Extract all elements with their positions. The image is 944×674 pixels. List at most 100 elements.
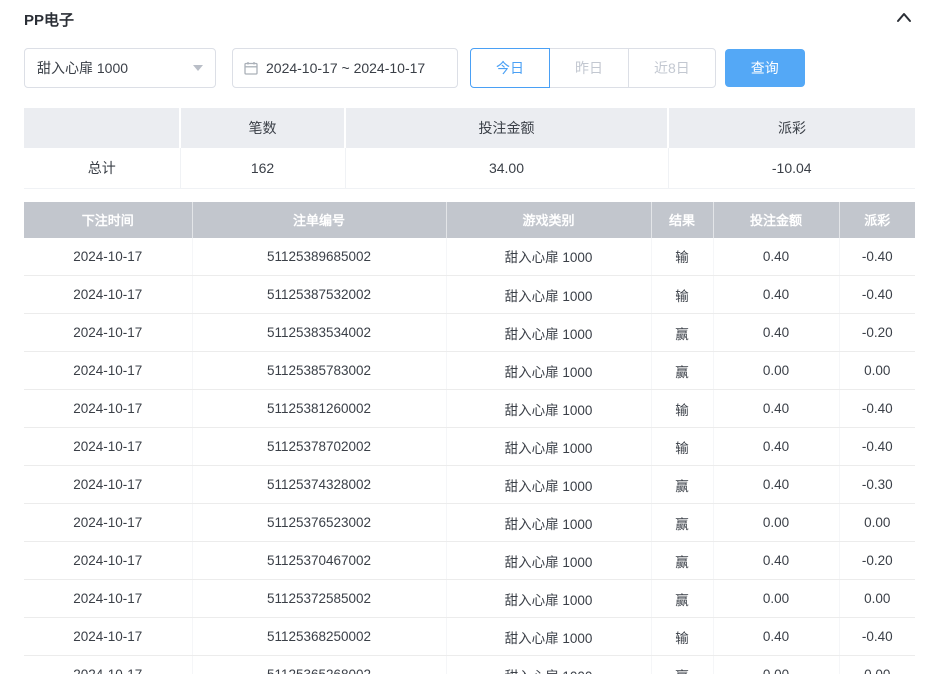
report-panel: PP电子 甜入心扉 1000 2024-10-17 ~ 2024-10-17 (0, 0, 944, 674)
cell-game-category: 甜入心扉 1000 (446, 352, 651, 390)
cell-game-category: 甜入心扉 1000 (446, 314, 651, 352)
filter-bar: 甜入心扉 1000 2024-10-17 ~ 2024-10-17 今日昨日近8… (24, 48, 915, 88)
date-range-value: 2024-10-17 ~ 2024-10-17 (266, 60, 425, 76)
summary-total-row: 总计16234.00-10.04 (24, 148, 915, 188)
bets-header-cell: 下注时间 (24, 202, 192, 238)
game-select-value: 甜入心扉 1000 (37, 58, 128, 78)
panel-header: PP电子 (24, 0, 915, 38)
summary-bet-amount: 34.00 (345, 148, 668, 188)
query-button[interactable]: 查询 (725, 49, 805, 87)
cell-bet-amount: 0.00 (713, 580, 839, 618)
quick-date-button-group: 今日昨日近8日 (470, 48, 716, 88)
collapse-panel-button[interactable] (893, 7, 915, 32)
cell-order-id: 51125385783002 (192, 352, 446, 390)
cell-bet-time: 2024-10-17 (24, 390, 192, 428)
bets-header-cell: 注单编号 (192, 202, 446, 238)
cell-bet-time: 2024-10-17 (24, 466, 192, 504)
cell-bet-time: 2024-10-17 (24, 542, 192, 580)
cell-result: 赢 (651, 542, 713, 580)
cell-order-id: 51125381260002 (192, 390, 446, 428)
cell-result: 赢 (651, 656, 713, 674)
summary-header-cell: 派彩 (668, 108, 915, 148)
summary-table: 笔数投注金额派彩 总计16234.00-10.04 (24, 108, 915, 189)
cell-bet-time: 2024-10-17 (24, 276, 192, 314)
cell-bet-time: 2024-10-17 (24, 428, 192, 466)
cell-payout: -0.40 (839, 428, 915, 466)
cell-game-category: 甜入心扉 1000 (446, 276, 651, 314)
cell-payout: -0.40 (839, 276, 915, 314)
summary-header-cell: 投注金额 (345, 108, 668, 148)
page-title: PP电子 (24, 9, 74, 30)
cell-bet-amount: 0.00 (713, 352, 839, 390)
summary-payout: -10.04 (668, 148, 915, 188)
cell-result: 输 (651, 390, 713, 428)
cell-payout: 0.00 (839, 504, 915, 542)
cell-game-category: 甜入心扉 1000 (446, 504, 651, 542)
cell-game-category: 甜入心扉 1000 (446, 390, 651, 428)
table-row: 2024-10-1751125381260002甜入心扉 1000输0.40-0… (24, 390, 915, 428)
cell-game-category: 甜入心扉 1000 (446, 466, 651, 504)
cell-result: 赢 (651, 352, 713, 390)
table-row: 2024-10-1751125378702002甜入心扉 1000输0.40-0… (24, 428, 915, 466)
cell-order-id: 51125374328002 (192, 466, 446, 504)
cell-payout: -0.20 (839, 314, 915, 352)
cell-order-id: 51125372585002 (192, 580, 446, 618)
chevron-up-icon (895, 9, 913, 30)
table-row: 2024-10-1751125376523002甜入心扉 1000赢0.000.… (24, 504, 915, 542)
cell-bet-amount: 0.40 (713, 276, 839, 314)
cell-game-category: 甜入心扉 1000 (446, 238, 651, 276)
cell-payout: -0.40 (839, 238, 915, 276)
cell-order-id: 51125383534002 (192, 314, 446, 352)
cell-result: 输 (651, 276, 713, 314)
quick-button-last-8-days[interactable]: 近8日 (628, 48, 716, 88)
cell-bet-time: 2024-10-17 (24, 580, 192, 618)
cell-bet-amount: 0.40 (713, 466, 839, 504)
cell-bet-amount: 0.40 (713, 618, 839, 656)
cell-bet-time: 2024-10-17 (24, 238, 192, 276)
table-row: 2024-10-1751125370467002甜入心扉 1000赢0.40-0… (24, 542, 915, 580)
cell-order-id: 51125376523002 (192, 504, 446, 542)
bets-header-cell: 投注金额 (713, 202, 839, 238)
cell-order-id: 51125370467002 (192, 542, 446, 580)
cell-bet-time: 2024-10-17 (24, 656, 192, 674)
cell-result: 赢 (651, 504, 713, 542)
cell-game-category: 甜入心扉 1000 (446, 656, 651, 674)
cell-bet-amount: 0.00 (713, 656, 839, 674)
cell-bet-time: 2024-10-17 (24, 314, 192, 352)
game-select[interactable]: 甜入心扉 1000 (24, 48, 216, 88)
table-row: 2024-10-1751125387532002甜入心扉 1000输0.40-0… (24, 276, 915, 314)
table-row: 2024-10-1751125365268002甜入心扉 1000赢0.000.… (24, 656, 915, 674)
cell-result: 赢 (651, 580, 713, 618)
cell-result: 赢 (651, 314, 713, 352)
table-row: 2024-10-1751125374328002甜入心扉 1000赢0.40-0… (24, 466, 915, 504)
cell-bet-amount: 0.40 (713, 238, 839, 276)
date-range-input[interactable]: 2024-10-17 ~ 2024-10-17 (232, 48, 458, 88)
cell-game-category: 甜入心扉 1000 (446, 618, 651, 656)
cell-result: 输 (651, 428, 713, 466)
cell-order-id: 51125378702002 (192, 428, 446, 466)
cell-payout: 0.00 (839, 352, 915, 390)
table-row: 2024-10-1751125368250002甜入心扉 1000输0.40-0… (24, 618, 915, 656)
summary-count: 162 (180, 148, 345, 188)
cell-bet-amount: 0.00 (713, 504, 839, 542)
cell-bet-amount: 0.40 (713, 542, 839, 580)
table-row: 2024-10-1751125385783002甜入心扉 1000赢0.000.… (24, 352, 915, 390)
cell-order-id: 51125365268002 (192, 656, 446, 674)
cell-order-id: 51125368250002 (192, 618, 446, 656)
cell-result: 输 (651, 618, 713, 656)
cell-bet-amount: 0.40 (713, 428, 839, 466)
summary-header-cell: 笔数 (180, 108, 345, 148)
table-row: 2024-10-1751125372585002甜入心扉 1000赢0.000.… (24, 580, 915, 618)
cell-payout: -0.40 (839, 390, 915, 428)
quick-button-today[interactable]: 今日 (470, 48, 550, 88)
calendar-icon (243, 60, 259, 76)
bets-header-cell: 游戏类别 (446, 202, 651, 238)
summary-header-cell (24, 108, 180, 148)
quick-button-yesterday[interactable]: 昨日 (549, 48, 629, 88)
chevron-down-icon (193, 65, 203, 71)
summary-header-row: 笔数投注金额派彩 (24, 108, 915, 148)
cell-bet-amount: 0.40 (713, 390, 839, 428)
cell-bet-time: 2024-10-17 (24, 352, 192, 390)
cell-bet-time: 2024-10-17 (24, 618, 192, 656)
cell-order-id: 51125387532002 (192, 276, 446, 314)
